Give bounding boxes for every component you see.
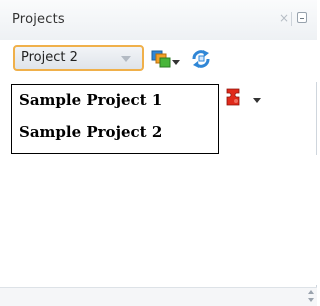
dropdown-arrow-icon[interactable]	[172, 60, 180, 65]
panel-status-bar	[0, 287, 317, 306]
component-icon[interactable]	[226, 87, 246, 107]
projects-panel: Projects × Project 2 Sample Project 1 Sa…	[0, 0, 317, 306]
panel-title-bar: Projects ×	[0, 0, 317, 41]
title-divider	[291, 12, 292, 26]
project-selector-value: Project 2	[21, 50, 78, 65]
chevron-down-icon[interactable]	[121, 56, 131, 62]
dropdown-arrow-icon[interactable]	[253, 98, 261, 103]
minimize-icon[interactable]	[297, 12, 307, 23]
dropdown-item-sample-project-2[interactable]: Sample Project 2	[12, 123, 218, 141]
projects-content-area[interactable]	[0, 155, 317, 285]
close-icon[interactable]: ×	[279, 11, 289, 25]
dropdown-item-sample-project-1[interactable]: Sample Project 1	[12, 91, 218, 109]
sync-icon[interactable]	[190, 49, 212, 69]
scroll-arrows-icon[interactable]	[307, 289, 315, 303]
copy-projects-icon[interactable]	[151, 50, 171, 68]
panel-title: Projects	[12, 12, 65, 27]
project-dropdown-menu: Sample Project 1 Sample Project 2	[11, 84, 219, 154]
project-selector[interactable]: Project 2	[13, 45, 144, 71]
